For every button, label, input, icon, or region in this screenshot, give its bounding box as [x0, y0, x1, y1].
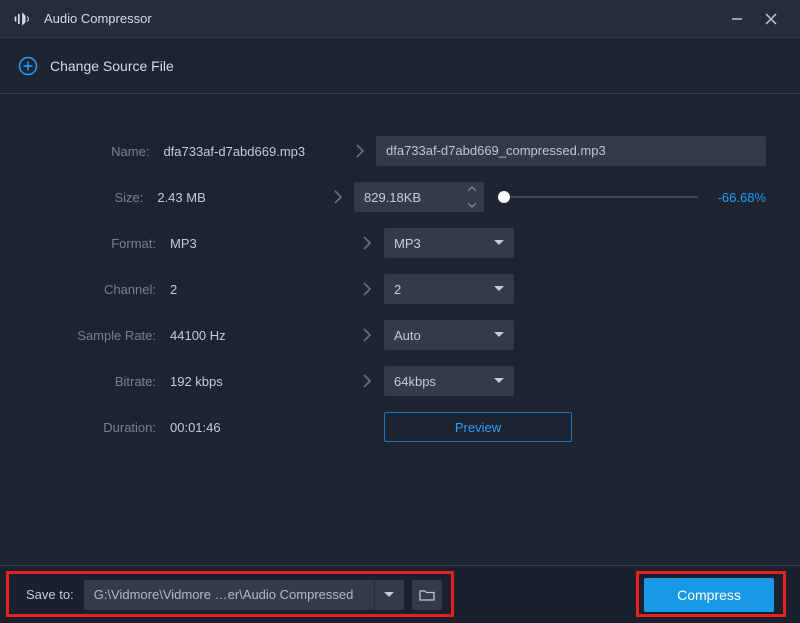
spinner-down-icon[interactable] — [464, 200, 480, 210]
save-path-field[interactable]: G:\Vidmore\Vidmore …er\Audio Compressed — [84, 580, 374, 610]
label-duration: Duration: — [0, 420, 170, 435]
bottom-bar: Save to: G:\Vidmore\Vidmore …er\Audio Co… — [0, 565, 800, 623]
compress-button[interactable]: Compress — [644, 578, 774, 612]
arrow-icon — [350, 236, 384, 250]
label-channel: Channel: — [0, 282, 170, 297]
label-samplerate: Sample Rate: — [0, 328, 170, 343]
bitrate-select[interactable]: 64kbps — [384, 366, 514, 396]
change-source-label: Change Source File — [50, 58, 174, 74]
name-output-input[interactable]: dfa733af-d7abd669_compressed.mp3 — [376, 136, 766, 166]
chevron-down-icon — [494, 274, 504, 304]
arrow-icon — [350, 328, 384, 342]
change-source-row[interactable]: Change Source File — [0, 38, 800, 94]
app-logo-icon — [12, 8, 34, 30]
save-path-dropdown[interactable] — [374, 580, 404, 610]
channel-select[interactable]: 2 — [384, 274, 514, 304]
channel-original: 2 — [170, 282, 350, 297]
plus-circle-icon — [18, 56, 38, 76]
settings-form: Name: dfa733af-d7abd669.mp3 dfa733af-d7a… — [0, 94, 800, 450]
minimize-button[interactable] — [720, 0, 754, 38]
label-bitrate: Bitrate: — [0, 374, 170, 389]
open-folder-button[interactable] — [412, 580, 442, 610]
chevron-down-icon — [494, 228, 504, 258]
chevron-down-icon — [494, 366, 504, 396]
format-output-value: MP3 — [394, 236, 421, 251]
spinner-up-icon[interactable] — [464, 184, 480, 194]
channel-output-value: 2 — [394, 282, 401, 297]
size-output-value: 829.18KB — [364, 190, 421, 205]
format-original: MP3 — [170, 236, 350, 251]
samplerate-original: 44100 Hz — [170, 328, 350, 343]
duration-value: 00:01:46 — [170, 420, 350, 435]
saveto-label: Save to: — [26, 587, 74, 602]
slider-thumb[interactable] — [498, 191, 510, 203]
size-original: 2.43 MB — [157, 190, 322, 205]
size-slider[interactable] — [498, 196, 698, 198]
title-bar: Audio Compressor — [0, 0, 800, 38]
preview-button[interactable]: Preview — [384, 412, 572, 442]
arrow-icon — [350, 374, 384, 388]
arrow-icon — [343, 144, 376, 158]
name-original: dfa733af-d7abd669.mp3 — [163, 144, 343, 159]
label-format: Format: — [0, 236, 170, 251]
format-select[interactable]: MP3 — [384, 228, 514, 258]
window-title: Audio Compressor — [44, 11, 152, 26]
samplerate-output-value: Auto — [394, 328, 421, 343]
label-name: Name: — [0, 144, 163, 159]
close-button[interactable] — [754, 0, 788, 38]
label-size: Size: — [0, 190, 157, 205]
arrow-icon — [350, 282, 384, 296]
bitrate-output-value: 64kbps — [394, 374, 436, 389]
arrow-icon — [323, 190, 354, 204]
bitrate-original: 192 kbps — [170, 374, 350, 389]
size-output-spinner[interactable]: 829.18KB — [354, 182, 484, 212]
chevron-down-icon — [494, 320, 504, 350]
size-percent: -66.68% — [706, 190, 766, 205]
samplerate-select[interactable]: Auto — [384, 320, 514, 350]
